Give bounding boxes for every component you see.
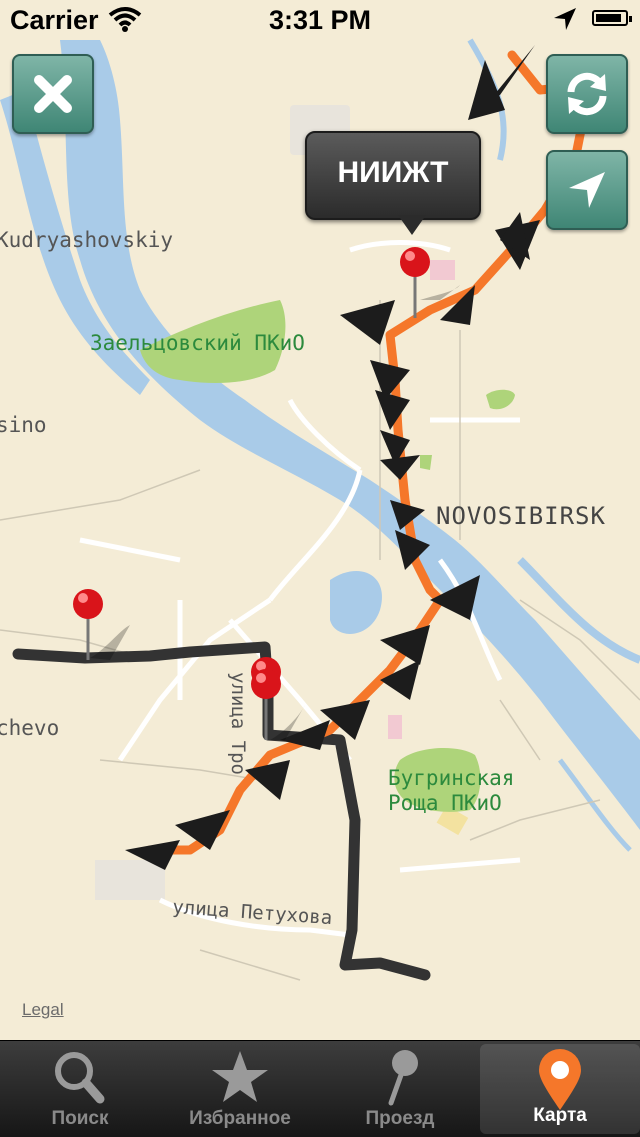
battery-fill <box>596 14 621 22</box>
search-icon <box>0 1045 160 1111</box>
locate-arrow-icon <box>569 172 605 208</box>
legal-link[interactable]: Legal <box>22 1000 64 1020</box>
location-arrow-icon <box>552 6 578 39</box>
map-label-chevo: chevo <box>0 716 59 740</box>
status-bar: Carrier 3:31 PM <box>0 0 640 40</box>
map-pin-icon <box>480 1048 640 1114</box>
map-callout-tail <box>398 215 426 235</box>
tab-favorites-label: Избранное <box>189 1108 291 1129</box>
map-building <box>95 860 165 900</box>
map-label-kudryashovskiy: Kudryashovskiy <box>0 228 173 252</box>
map-building <box>388 715 402 739</box>
refresh-button[interactable] <box>546 54 628 134</box>
close-icon <box>34 75 72 113</box>
close-button[interactable] <box>12 54 94 134</box>
map-building <box>430 260 455 280</box>
tab-search[interactable]: Поиск <box>0 1041 160 1137</box>
pin-icon <box>320 1045 480 1111</box>
map-callout[interactable]: НИИЖТ <box>305 131 481 220</box>
tab-search-label: Поиск <box>51 1108 109 1129</box>
tab-favorites[interactable]: Избранное <box>160 1041 320 1137</box>
status-time: 3:31 PM <box>268 5 372 35</box>
tab-map[interactable]: Карта <box>480 1044 640 1134</box>
refresh-icon <box>567 72 607 116</box>
map-label-sino: sino <box>0 413 47 437</box>
tab-route[interactable]: Проезд <box>320 1041 480 1137</box>
locate-button[interactable] <box>546 150 628 230</box>
map-label-novosibirsk: NOVOSIBIRSK <box>436 502 606 530</box>
battery-tip <box>629 16 632 22</box>
tab-bar: Поиск Избранное Проезд Карта <box>0 1040 640 1137</box>
map-label-zaeltsovsky: Заельцовский ПКиО <box>90 331 305 355</box>
tab-route-label: Проезд <box>365 1108 435 1129</box>
map-label-bugrinskaya-2: Роща ПКиО <box>388 791 502 815</box>
map-label-bugrinskaya: Бугринская <box>388 766 514 790</box>
map-park-small <box>420 455 432 470</box>
battery-icon <box>592 10 632 26</box>
map-label-ulitsa-tro: улица Тро <box>227 672 249 775</box>
star-icon <box>160 1045 320 1111</box>
